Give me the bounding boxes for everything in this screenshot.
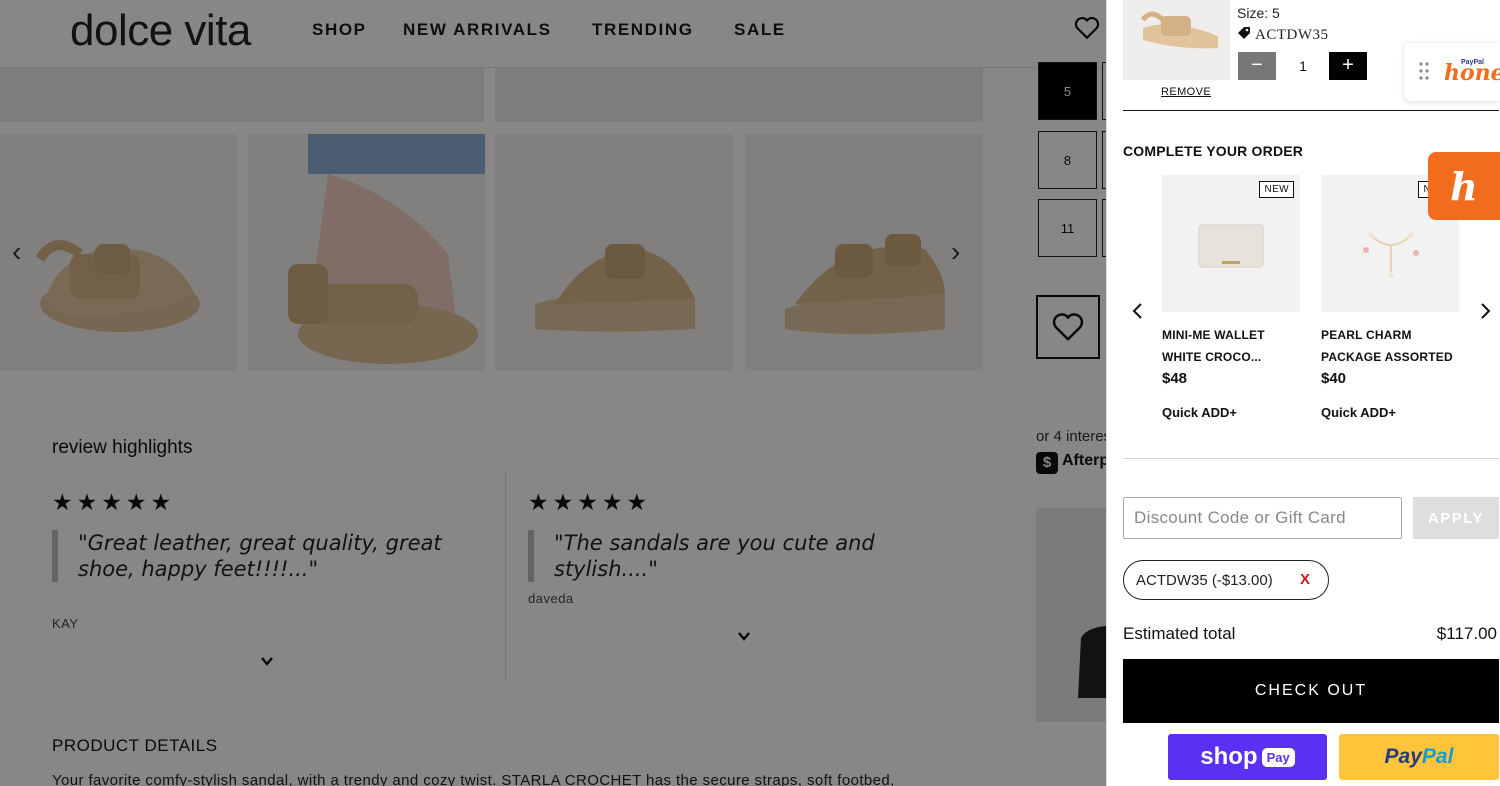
quick-add-button[interactable]: Quick ADD+ <box>1321 405 1459 420</box>
shop-pay-button[interactable]: shop Pay <box>1168 734 1327 780</box>
quantity-decrease-button[interactable]: − <box>1238 52 1276 80</box>
product-image[interactable]: NEW <box>1162 175 1300 312</box>
honey-launch-button[interactable]: h <box>1428 152 1500 220</box>
recommended-product[interactable]: NEW MINI-ME WALLET WHITE CROCO... $48 Qu… <box>1162 175 1300 420</box>
cart-item-promo: ACTDW35 <box>1237 26 1329 44</box>
new-badge: NEW <box>1259 181 1294 198</box>
complete-your-order-title: COMPLETE YOUR ORDER <box>1123 143 1304 159</box>
paypal-button[interactable]: Pay Pal <box>1339 734 1499 780</box>
discount-code-input[interactable] <box>1123 497 1402 539</box>
remove-item-link[interactable]: REMOVE <box>1161 86 1211 98</box>
remove-code-button[interactable]: X <box>1300 571 1310 588</box>
quantity-increase-button[interactable]: + <box>1329 52 1367 80</box>
product-price: $40 <box>1321 370 1347 387</box>
shop-pay-label: shop <box>1200 743 1258 770</box>
tag-icon <box>1238 27 1250 39</box>
size-value: 5 <box>1272 5 1280 21</box>
sandal-image <box>1140 11 1218 49</box>
checkout-button[interactable]: CHECK OUT <box>1123 659 1499 723</box>
product-price: $48 <box>1162 370 1188 387</box>
quick-add-button[interactable]: Quick ADD+ <box>1162 405 1300 420</box>
estimated-total-label: Estimated total <box>1123 624 1236 643</box>
carousel-prev-arrow[interactable] <box>1130 300 1146 322</box>
paypal-label-pal: Pal <box>1421 745 1454 768</box>
paypal-label-pay: Pay <box>1384 745 1422 768</box>
quantity-value[interactable]: 1 <box>1285 58 1321 74</box>
applied-code-text: ACTDW35 (-$13.00) <box>1136 571 1273 589</box>
apply-discount-button[interactable]: APPLY <box>1413 497 1499 539</box>
promo-code-text: ACTDW35 <box>1255 27 1329 43</box>
shop-pay-badge: Pay <box>1261 747 1295 767</box>
cart-divider <box>1123 458 1499 459</box>
product-name-line2[interactable]: PACKAGE ASSORTED <box>1321 346 1459 368</box>
product-name[interactable]: PEARL CHARM <box>1321 324 1459 346</box>
cart-divider <box>1123 110 1499 111</box>
drag-handle-icon[interactable] <box>1418 61 1430 81</box>
cart-item-size: Size: 5 <box>1237 5 1280 21</box>
honey-extension-bar[interactable]: PayPal honey <box>1404 43 1500 101</box>
cart-item-image <box>1123 0 1230 80</box>
size-label: Size: <box>1237 5 1269 21</box>
cart-drawer: Size: 5 ACTDW35 − 1 + REMOVE COMPLETE YO… <box>1106 0 1500 786</box>
applied-code-pill: ACTDW35 (-$13.00) <box>1123 560 1329 600</box>
product-name-line2[interactable]: WHITE CROCO... <box>1162 346 1300 368</box>
honey-logo: honey <box>1444 60 1500 86</box>
modal-overlay[interactable] <box>0 0 1106 786</box>
product-name[interactable]: MINI-ME WALLET <box>1162 324 1300 346</box>
estimated-total-value: $117.00 <box>1436 624 1497 643</box>
carousel-next-arrow[interactable] <box>1477 300 1493 322</box>
